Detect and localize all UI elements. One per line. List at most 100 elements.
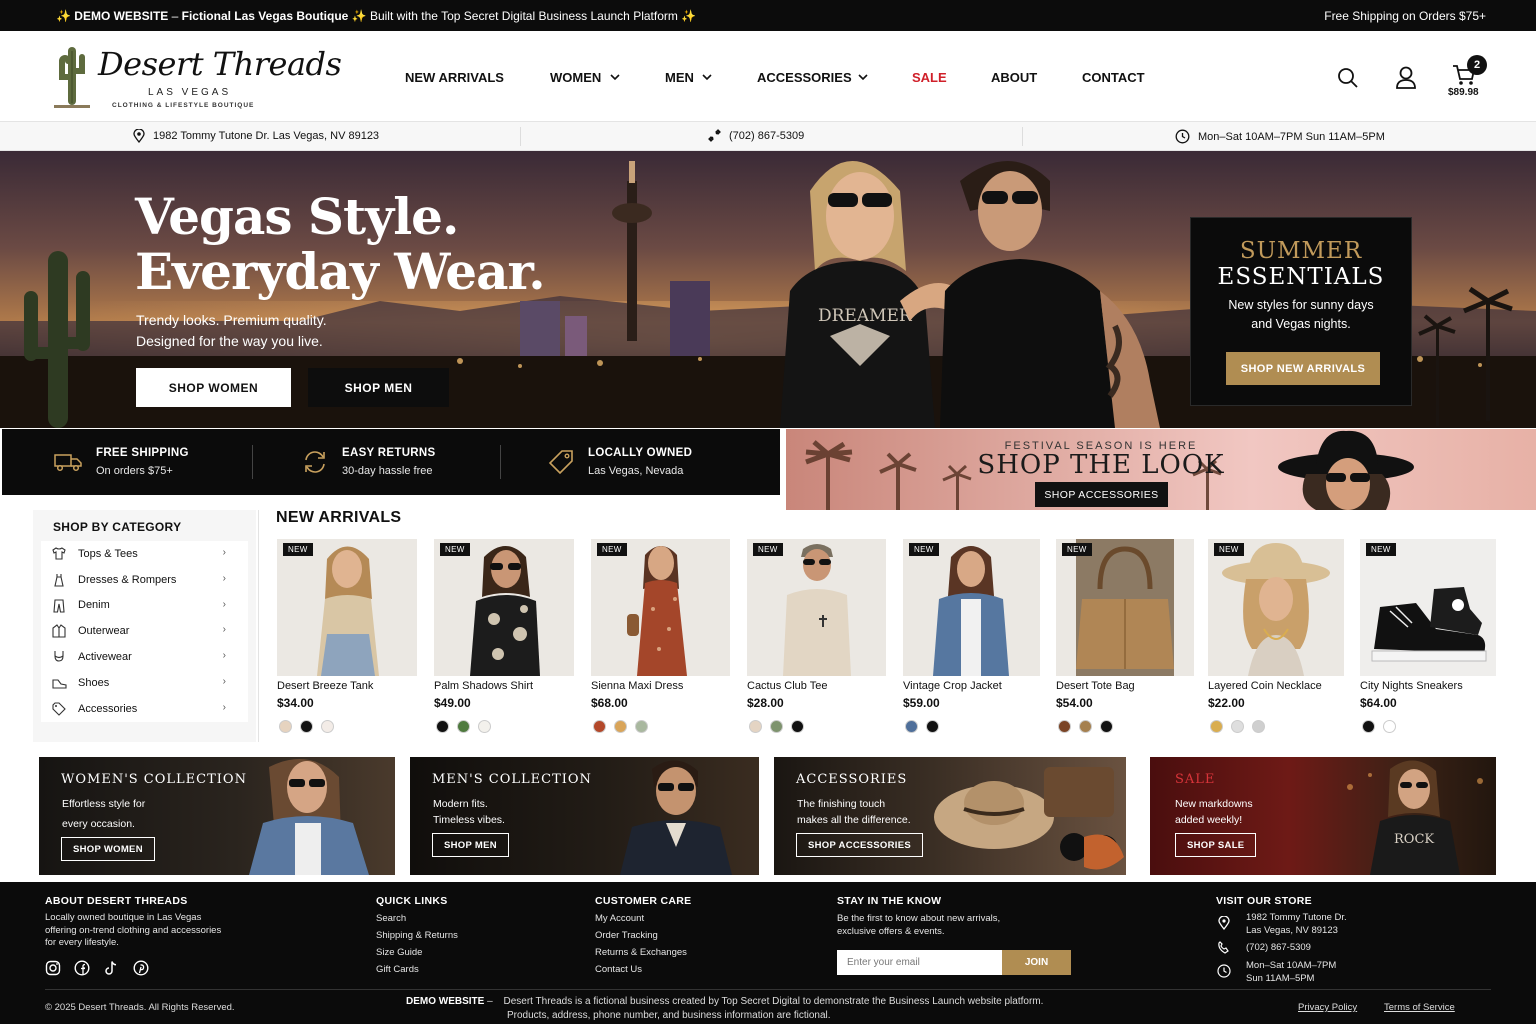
user-icon[interactable] xyxy=(1395,66,1417,90)
shop-women-button[interactable]: SHOP WOMEN xyxy=(61,837,155,861)
privacy-policy-link[interactable]: Privacy Policy xyxy=(1298,1002,1357,1013)
color-swatch[interactable] xyxy=(905,720,918,733)
color-swatch[interactable] xyxy=(791,720,804,733)
product-card[interactable]: NEW Desert Breeze Tank $34.00 xyxy=(277,539,417,739)
product-image[interactable]: NEW xyxy=(747,539,886,676)
color-swatch[interactable] xyxy=(321,720,334,733)
color-swatch[interactable] xyxy=(770,720,783,733)
product-name[interactable]: Desert Breeze Tank xyxy=(277,680,373,692)
product-card[interactable]: NEW Vintage Crop Jacket $59.00 xyxy=(903,539,1040,739)
returns-icon xyxy=(305,451,325,473)
category-item-outerwear[interactable]: Outerwear › xyxy=(41,618,248,644)
truck-icon xyxy=(54,454,82,472)
color-swatch[interactable] xyxy=(1252,720,1265,733)
footer-link-size-guide[interactable]: Size Guide xyxy=(376,947,422,958)
product-card[interactable]: NEW Layered Coin Necklace $22.00 xyxy=(1208,539,1344,739)
color-swatch[interactable] xyxy=(1362,720,1375,733)
product-name[interactable]: Sienna Maxi Dress xyxy=(591,680,683,692)
tiktok-icon[interactable] xyxy=(103,960,119,976)
product-image[interactable]: NEW xyxy=(1360,539,1496,676)
product-name[interactable]: City Nights Sneakers xyxy=(1360,680,1463,692)
color-swatch[interactable] xyxy=(1210,720,1223,733)
festival-title: SHOP THE LOOK xyxy=(977,450,1225,480)
facebook-icon[interactable] xyxy=(74,960,90,976)
shop-accessories-button[interactable]: SHOP ACCESSORIES xyxy=(1035,482,1168,507)
product-card[interactable]: NEW Sienna Maxi Dress $68.00 xyxy=(591,539,730,739)
color-swatch[interactable] xyxy=(614,720,627,733)
category-item-activewear[interactable]: Activewear › xyxy=(41,644,248,670)
store-phone[interactable]: (702) 867-5309 xyxy=(708,129,804,142)
chevron-right-icon: › xyxy=(222,701,226,713)
product-card[interactable]: NEW Palm Shadows Shirt $49.00 xyxy=(434,539,574,739)
shop-sale-button[interactable]: SHOP SALE xyxy=(1175,833,1257,857)
nav-about[interactable]: ABOUT xyxy=(991,70,1037,85)
product-name[interactable]: Vintage Crop Jacket xyxy=(903,680,1002,692)
pinterest-icon[interactable] xyxy=(133,960,149,976)
category-item-tops[interactable]: Tops & Tees › xyxy=(41,541,248,567)
color-swatch[interactable] xyxy=(593,720,606,733)
color-swatch[interactable] xyxy=(1383,720,1396,733)
product-image[interactable]: NEW xyxy=(1208,539,1344,676)
nav-sale[interactable]: SALE xyxy=(912,70,947,85)
color-swatch[interactable] xyxy=(635,720,648,733)
logo[interactable]: Desert Threads LAS VEGAS CLOTHING & LIFE… xyxy=(52,39,342,115)
color-swatch[interactable] xyxy=(749,720,762,733)
color-swatch[interactable] xyxy=(926,720,939,733)
divider xyxy=(1022,127,1023,146)
nav-women[interactable]: WOMEN xyxy=(550,70,601,85)
category-item-denim[interactable]: Denim › xyxy=(41,593,248,619)
category-item-shoes[interactable]: Shoes › xyxy=(41,670,248,696)
category-item-dresses[interactable]: Dresses & Rompers › xyxy=(41,567,248,593)
footer-link-gift-cards[interactable]: Gift Cards xyxy=(376,964,419,975)
color-swatch[interactable] xyxy=(1058,720,1071,733)
footer-link-contact[interactable]: Contact Us xyxy=(595,964,642,975)
color-swatch[interactable] xyxy=(457,720,470,733)
color-swatch[interactable] xyxy=(1079,720,1092,733)
footer-link-returns[interactable]: Returns & Exchanges xyxy=(595,947,687,958)
tag-icon xyxy=(52,702,66,716)
new-badge: NEW xyxy=(909,543,939,556)
product-image[interactable]: NEW xyxy=(434,539,574,676)
footer-link-account[interactable]: My Account xyxy=(595,913,644,924)
product-image[interactable]: NEW xyxy=(277,539,417,676)
color-swatch[interactable] xyxy=(1231,720,1244,733)
womens-collection-card[interactable]: WOMEN'S COLLECTION Effortless style for e… xyxy=(39,757,395,875)
email-input[interactable]: Enter your email xyxy=(837,950,1002,975)
product-card[interactable]: NEW Desert Tote Bag $54.00 xyxy=(1056,539,1194,739)
color-swatch[interactable] xyxy=(436,720,449,733)
instagram-icon[interactable] xyxy=(45,960,61,976)
color-swatch[interactable] xyxy=(1100,720,1113,733)
shop-men-button[interactable]: SHOP MEN xyxy=(308,368,449,407)
product-image[interactable]: NEW xyxy=(903,539,1040,676)
color-swatch[interactable] xyxy=(300,720,313,733)
shop-women-button[interactable]: SHOP WOMEN xyxy=(136,368,291,407)
product-card[interactable]: NEW Cactus Club Tee $28.00 xyxy=(747,539,886,739)
nav-men[interactable]: MEN xyxy=(665,70,694,85)
color-swatch[interactable] xyxy=(478,720,491,733)
shop-men-button[interactable]: SHOP MEN xyxy=(432,833,509,857)
footer-link-search[interactable]: Search xyxy=(376,913,406,924)
product-name[interactable]: Layered Coin Necklace xyxy=(1208,680,1322,692)
terms-of-service-link[interactable]: Terms of Service xyxy=(1384,1002,1455,1013)
category-item-accessories[interactable]: Accessories › xyxy=(41,696,248,722)
color-swatch[interactable] xyxy=(279,720,292,733)
join-button[interactable]: JOIN xyxy=(1002,950,1071,975)
product-name[interactable]: Palm Shadows Shirt xyxy=(434,680,533,692)
shop-accessories-button[interactable]: SHOP ACCESSORIES xyxy=(796,833,923,857)
footer-link-tracking[interactable]: Order Tracking xyxy=(595,930,658,941)
sale-collection-card[interactable]: ROCK SALE New markdowns added weekly! SHO… xyxy=(1150,757,1496,875)
footer-phone[interactable]: (702) 867-5309 xyxy=(1246,942,1311,953)
nav-contact[interactable]: CONTACT xyxy=(1082,70,1145,85)
product-image[interactable]: NEW xyxy=(1056,539,1194,676)
shop-new-arrivals-button[interactable]: SHOP NEW ARRIVALS xyxy=(1226,352,1380,385)
nav-new-arrivals[interactable]: NEW ARRIVALS xyxy=(405,70,504,85)
search-icon[interactable] xyxy=(1337,67,1359,89)
product-name[interactable]: Desert Tote Bag xyxy=(1056,680,1135,692)
product-card[interactable]: NEW City Nights Sneakers $64.00 xyxy=(1360,539,1496,739)
footer-link-shipping[interactable]: Shipping & Returns xyxy=(376,930,458,941)
product-image[interactable]: NEW xyxy=(591,539,730,676)
accessories-collection-card[interactable]: ACCESSORIES The finishing touch makes all… xyxy=(774,757,1126,875)
product-name[interactable]: Cactus Club Tee xyxy=(747,680,828,692)
nav-accessories[interactable]: ACCESSORIES xyxy=(757,70,852,85)
mens-collection-card[interactable]: MEN'S COLLECTION Modern fits. Timeless vi… xyxy=(410,757,759,875)
